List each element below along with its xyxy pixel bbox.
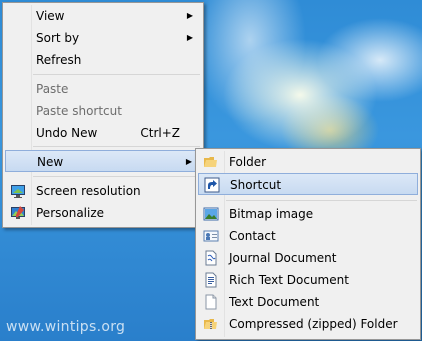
menu-separator (33, 74, 200, 75)
menu-item-label: Compressed (zipped) Folder (229, 317, 398, 331)
menu-item-label: Text Document (229, 295, 320, 309)
shortcut-icon (204, 177, 220, 193)
submenu-item-bitmap-image[interactable]: Bitmap image (198, 203, 418, 224)
rich-text-document-icon (203, 272, 219, 288)
submenu-arrow-icon: ▶ (186, 11, 193, 20)
menu-item-sort-by[interactable]: Sort by ▶ (5, 27, 201, 48)
menu-item-label: Refresh (36, 53, 82, 67)
menu-item-label: Personalize (36, 206, 105, 220)
submenu-arrow-icon: ▶ (186, 33, 193, 42)
menu-item-paste-shortcut[interactable]: Paste shortcut (5, 100, 201, 121)
bitmap-image-icon (203, 206, 219, 222)
accelerator-text: Ctrl+Z (140, 126, 180, 140)
submenu-item-journal-document[interactable]: Journal Document (198, 247, 418, 268)
submenu-item-compressed-folder[interactable]: Compressed (zipped) Folder (198, 313, 418, 334)
menu-item-label: Screen resolution (36, 184, 141, 198)
menu-item-label: New (37, 155, 64, 169)
menu-item-refresh[interactable]: Refresh (5, 49, 201, 70)
menu-item-label: Bitmap image (229, 207, 314, 221)
menu-item-label: Journal Document (229, 251, 337, 265)
menu-item-label: Shortcut (230, 178, 282, 192)
submenu-arrow-icon: ▶ (185, 157, 192, 166)
personalize-icon (10, 205, 26, 221)
screen-resolution-icon (10, 183, 26, 199)
new-submenu: Folder Shortcut Bitmap image Contact Jou… (195, 148, 421, 340)
folder-icon (203, 154, 219, 170)
menu-item-label: Rich Text Document (229, 273, 349, 287)
menu-item-paste[interactable]: Paste (5, 78, 201, 99)
submenu-item-text-document[interactable]: Text Document (198, 291, 418, 312)
zipped-folder-icon (203, 316, 219, 332)
submenu-item-contact[interactable]: Contact (198, 225, 418, 246)
menu-item-label: View (36, 9, 65, 23)
menu-item-screen-resolution[interactable]: Screen resolution (5, 180, 201, 201)
menu-item-undo-new[interactable]: Undo New Ctrl+Z (5, 122, 201, 143)
journal-document-icon (203, 250, 219, 266)
menu-item-label: Folder (229, 155, 267, 169)
menu-item-personalize[interactable]: Personalize (5, 202, 201, 223)
menu-item-label: Undo New (36, 126, 98, 140)
menu-item-label: Contact (229, 229, 276, 243)
submenu-item-folder[interactable]: Folder (198, 151, 418, 172)
menu-separator (226, 200, 417, 201)
submenu-item-shortcut[interactable]: Shortcut (198, 173, 418, 195)
menu-separator (33, 146, 200, 147)
contact-icon (203, 228, 219, 244)
menu-item-view[interactable]: View ▶ (5, 5, 201, 26)
submenu-item-rich-text-document[interactable]: Rich Text Document (198, 269, 418, 290)
menu-separator (33, 176, 200, 177)
watermark-text: www.wintips.org (6, 319, 126, 335)
menu-item-label: Sort by (36, 31, 80, 45)
text-document-icon (203, 294, 219, 310)
menu-item-label: Paste shortcut (36, 104, 122, 118)
menu-item-label: Paste (36, 82, 69, 96)
menu-item-new[interactable]: New ▶ (5, 150, 201, 172)
desktop-context-menu: View ▶ Sort by ▶ Refresh Paste Paste sho… (2, 2, 204, 228)
